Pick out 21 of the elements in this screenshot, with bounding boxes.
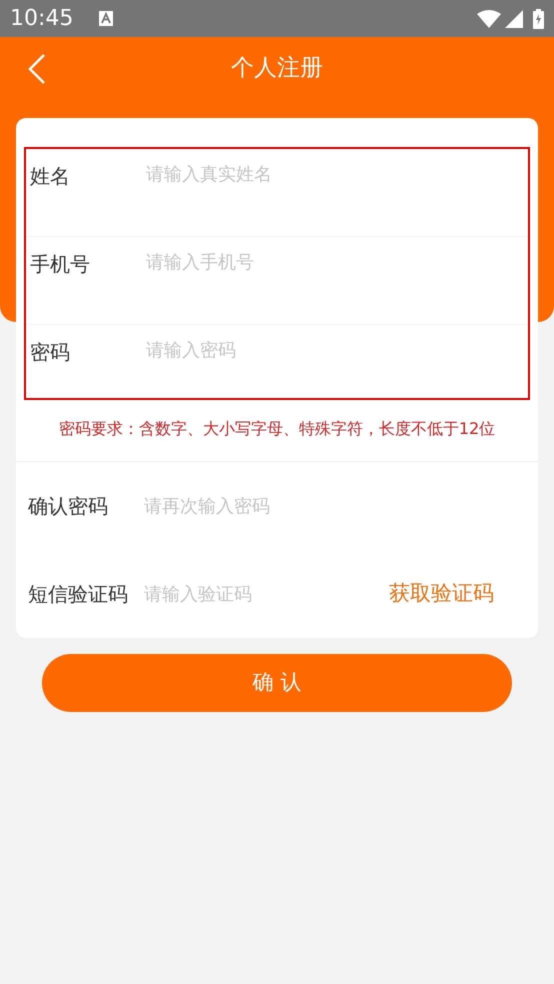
get-code-button[interactable]: 获取验证码	[389, 578, 494, 610]
keyboard-icon	[99, 11, 114, 26]
page-title: 个人注册	[231, 54, 323, 84]
field-label: 确认密码	[28, 493, 109, 520]
battery-icon	[533, 8, 544, 28]
signal-icon	[505, 10, 523, 28]
input-field[interactable]: 请输入验证码	[144, 580, 344, 608]
back-icon	[28, 53, 46, 85]
input-field[interactable]: 请输入手机号	[146, 249, 346, 276]
field-label: 密码	[30, 339, 71, 366]
field-label: 姓名	[30, 163, 71, 190]
confirm-button[interactable]: 确 认	[42, 654, 512, 712]
input-field[interactable]: 请输入密码	[146, 337, 346, 364]
field-label: 手机号	[30, 251, 91, 278]
input-field[interactable]: 请再次输入密码	[144, 492, 344, 520]
status-time: 10:45	[10, 5, 74, 33]
password-hint: 密码要求：含数字、大小写字母、特殊字符，长度不低于12位	[16, 400, 538, 462]
back-button[interactable]	[28, 53, 46, 85]
wifi-icon	[477, 10, 501, 28]
input-field[interactable]: 请输入真实姓名	[146, 161, 346, 188]
field-label: 短信验证码	[28, 581, 129, 608]
